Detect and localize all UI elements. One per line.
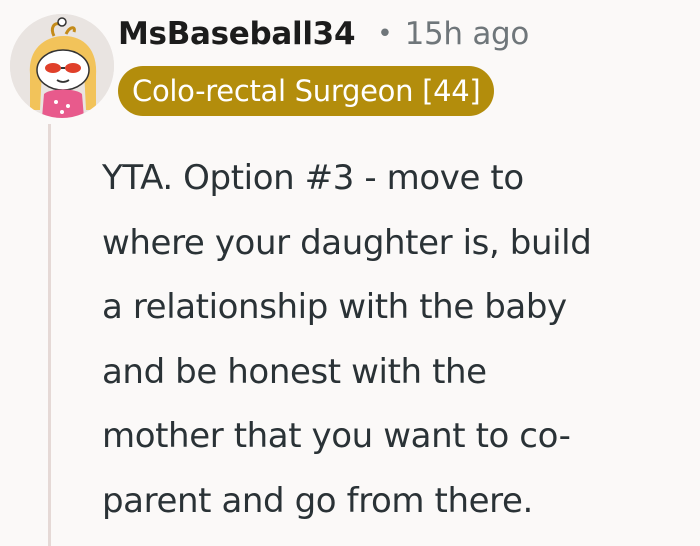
- user-flair-badge: Colo-rectal Surgeon [44]: [118, 66, 495, 116]
- username-link[interactable]: MsBaseball34: [118, 16, 356, 52]
- separator-dot: •: [377, 19, 393, 49]
- comment-header: MsBaseball34 • 15h ago: [118, 10, 529, 58]
- comment-body-line: and be honest with the: [102, 351, 487, 392]
- comment-body: YTA. Option #3 - move to where your daug…: [102, 146, 698, 533]
- comment-body-line: mother that you want to co-: [102, 416, 571, 456]
- comment-body-line: parent and go from there.: [102, 480, 533, 521]
- user-avatar-icon[interactable]: [10, 14, 114, 118]
- comment-body-line: YTA. Option #3 - move to: [102, 158, 524, 198]
- thread-line[interactable]: [48, 124, 51, 546]
- timestamp[interactable]: 15h ago: [405, 16, 530, 52]
- comment: MsBaseball34 • 15h ago Colo-rectal Surge…: [0, 0, 700, 546]
- comment-body-line: where your daughter is, build: [102, 222, 592, 263]
- comment-body-line: a relationship with the baby: [102, 287, 567, 327]
